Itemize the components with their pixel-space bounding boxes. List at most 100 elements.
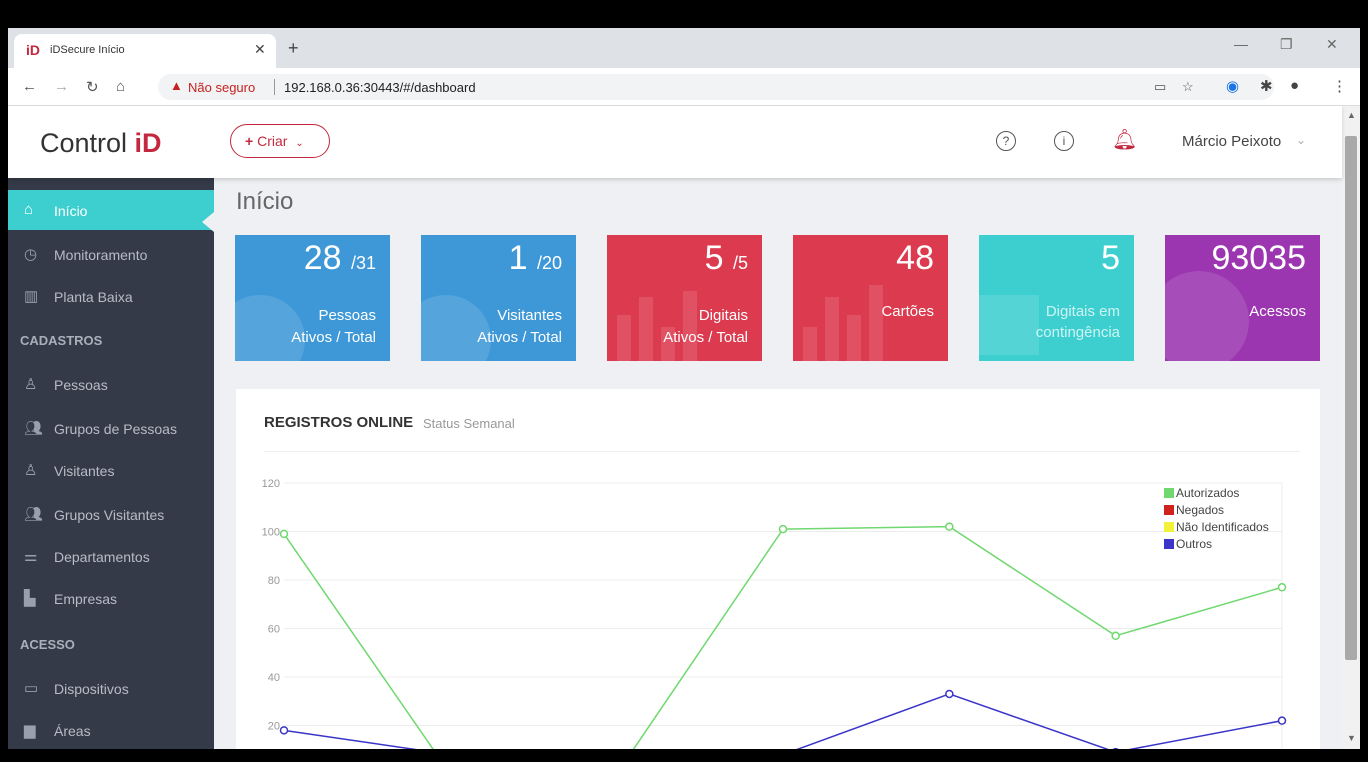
stat-value: 1 /20 [508, 239, 562, 277]
scroll-up-icon[interactable]: ▲ [1347, 110, 1356, 120]
bar-watermark [639, 297, 653, 361]
cast-icon[interactable]: ▭ [1154, 79, 1166, 95]
users-group-icon: 👥︎ [24, 420, 44, 437]
y-tick-label: 40 [268, 672, 280, 684]
sidebar-item-departamentos[interactable]: ⚌ Departamentos [8, 536, 214, 576]
data-point[interactable] [279, 529, 289, 539]
help-icon[interactable]: ? [996, 131, 1016, 151]
y-tick-label: 100 [262, 527, 280, 539]
back-icon[interactable]: ← [22, 78, 37, 95]
bar-watermark [825, 297, 839, 361]
stat-value: 28 /31 [303, 239, 376, 277]
home-browser-icon[interactable]: ⌂ [116, 78, 125, 95]
monitor-icon: ▭ [24, 680, 39, 697]
user-menu[interactable]: Márcio Peixoto [1182, 133, 1281, 150]
bar-watermark [683, 291, 697, 361]
stat-sub: Ativos / Total [291, 329, 376, 346]
data-point[interactable] [1277, 716, 1287, 725]
url-field[interactable]: ▲ Não seguro 192.168.0.36:30443/#/dashbo… [158, 74, 1274, 100]
close-tab-icon[interactable]: ✕ [254, 41, 266, 58]
extension-icon[interactable]: ◉ [1226, 77, 1239, 95]
bar-watermark [617, 315, 631, 361]
data-point[interactable] [945, 689, 954, 699]
sidebar-item-empresas[interactable]: ▙ Empresas [8, 578, 214, 618]
legend-item-autorizados[interactable]: Autorizados [1164, 485, 1269, 502]
minimize-icon[interactable]: — [1234, 36, 1248, 52]
series-line-outros [283, 693, 1283, 749]
reload-icon[interactable]: ↻ [86, 78, 99, 96]
legend-swatch [1164, 488, 1174, 498]
address-bar: ← → ↻ ⌂ ▲ Não seguro 192.168.0.36:30443/… [8, 68, 1360, 106]
sidebar-item-label: Planta Baixa [54, 289, 133, 305]
logo-text: Control [40, 128, 135, 158]
browser-tab[interactable]: iD iDSecure Início ✕ [14, 34, 276, 68]
close-window-icon[interactable]: ✕ [1326, 36, 1338, 53]
globe-watermark-icon [1165, 271, 1249, 361]
y-tick-label: 120 [262, 478, 280, 490]
warning-icon: ▲ [170, 78, 183, 93]
stat-card-cartoes[interactable]: 48 Cartões [793, 235, 948, 361]
sidebar-item-visitantes[interactable]: ♙ Visitantes [8, 450, 214, 490]
page-scrollbar[interactable]: ▲ ▼ [1342, 106, 1360, 749]
area-icon: ▆ [24, 722, 36, 739]
sidebar-item-dispositivos[interactable]: ▭ Dispositivos [8, 668, 214, 708]
y-tick-label: 60 [268, 624, 280, 636]
legend-item-nao-identificados[interactable]: Não Identificados [1164, 519, 1269, 536]
sidebar-item-label: Visitantes [54, 463, 115, 479]
create-button[interactable]: + Criar ⌄ [230, 124, 330, 158]
scroll-thumb[interactable] [1345, 136, 1357, 660]
legend-item-outros[interactable]: Outros [1164, 536, 1269, 553]
sidebar-item-monitoramento[interactable]: ◷ Monitoramento [8, 234, 214, 274]
stat-value: 5 /5 [704, 239, 748, 277]
logo-brand: iD [134, 128, 162, 158]
restore-icon[interactable]: ❐ [1280, 36, 1293, 53]
stat-card-acessos[interactable]: 93035 Acessos [1165, 235, 1320, 361]
puzzle-icon[interactable]: ✱ [1260, 77, 1273, 95]
stat-label: Acessos [1249, 303, 1306, 320]
info-icon[interactable]: i [1054, 131, 1074, 151]
logo[interactable]: Control iD [40, 128, 162, 159]
data-point[interactable] [945, 522, 954, 531]
chevron-down-icon: ⌄ [295, 138, 304, 149]
sidebar-item-areas[interactable]: ▆ Áreas [8, 710, 214, 749]
scroll-down-icon[interactable]: ▼ [1347, 733, 1356, 743]
bookmark-star-icon[interactable]: ☆ [1182, 79, 1194, 95]
stat-card-digitais[interactable]: 5 /5 Digitais Ativos / Total [607, 235, 762, 361]
active-notch [202, 212, 214, 232]
profile-icon[interactable]: ● [1290, 77, 1299, 94]
sidebar-item-grupos-pessoas[interactable]: 👥︎ Grupos de Pessoas [8, 408, 214, 448]
section-acesso: ACESSO [20, 637, 75, 652]
new-tab-icon[interactable]: + [288, 38, 299, 59]
stat-card-contingencia[interactable]: 5 Digitais em contingência [979, 235, 1134, 361]
url-text[interactable]: 192.168.0.36:30443/#/dashboard [284, 80, 476, 95]
sidebar-item-inicio[interactable]: ⌂ Início [8, 190, 214, 232]
stat-value: 5 [1101, 239, 1120, 277]
sidebar-item-grupos-visitantes[interactable]: 👥︎ Grupos Visitantes [8, 494, 214, 534]
sidebar-item-label: Departamentos [54, 549, 150, 565]
stat-sub: Ativos / Total [477, 329, 562, 346]
stat-card-pessoas[interactable]: 28 /31 Pessoas Ativos / Total [235, 235, 390, 361]
data-point[interactable] [778, 524, 788, 534]
forward-icon[interactable]: → [54, 78, 69, 95]
data-point[interactable] [1111, 631, 1120, 641]
sidebar-item-planta-baixa[interactable]: ▥ Planta Baixa [8, 276, 214, 316]
bell-icon[interactable]: 🔔︎ [1112, 127, 1137, 152]
menu-dots-icon[interactable]: ⋮ [1332, 77, 1347, 95]
sidebar-item-label: Dispositivos [54, 681, 129, 697]
data-point[interactable] [279, 726, 289, 735]
y-tick-label: 20 [268, 721, 280, 733]
stat-value: 48 [896, 239, 934, 277]
data-point[interactable] [1277, 583, 1287, 592]
browser-window: iD iDSecure Início ✕ + — ❐ ✕ ← → ↻ ⌂ ▲ N… [8, 28, 1360, 749]
legend-item-negados[interactable]: Negados [1164, 502, 1269, 519]
y-tick-label: 80 [268, 575, 280, 587]
user-chevron-icon[interactable]: ⌄ [1296, 133, 1306, 147]
stat-card-visitantes[interactable]: 1 /20 Visitantes Ativos / Total [421, 235, 576, 361]
security-label[interactable]: Não seguro [188, 80, 255, 95]
visitor-watermark-icon [421, 295, 491, 361]
sidebar-item-label: Grupos Visitantes [54, 507, 165, 523]
stat-value: 93035 [1211, 239, 1306, 277]
sidebar-item-pessoas[interactable]: ♙ Pessoas [8, 364, 214, 404]
series-line-autorizados [283, 525, 1283, 749]
sidebar-item-label: Monitoramento [54, 247, 148, 263]
